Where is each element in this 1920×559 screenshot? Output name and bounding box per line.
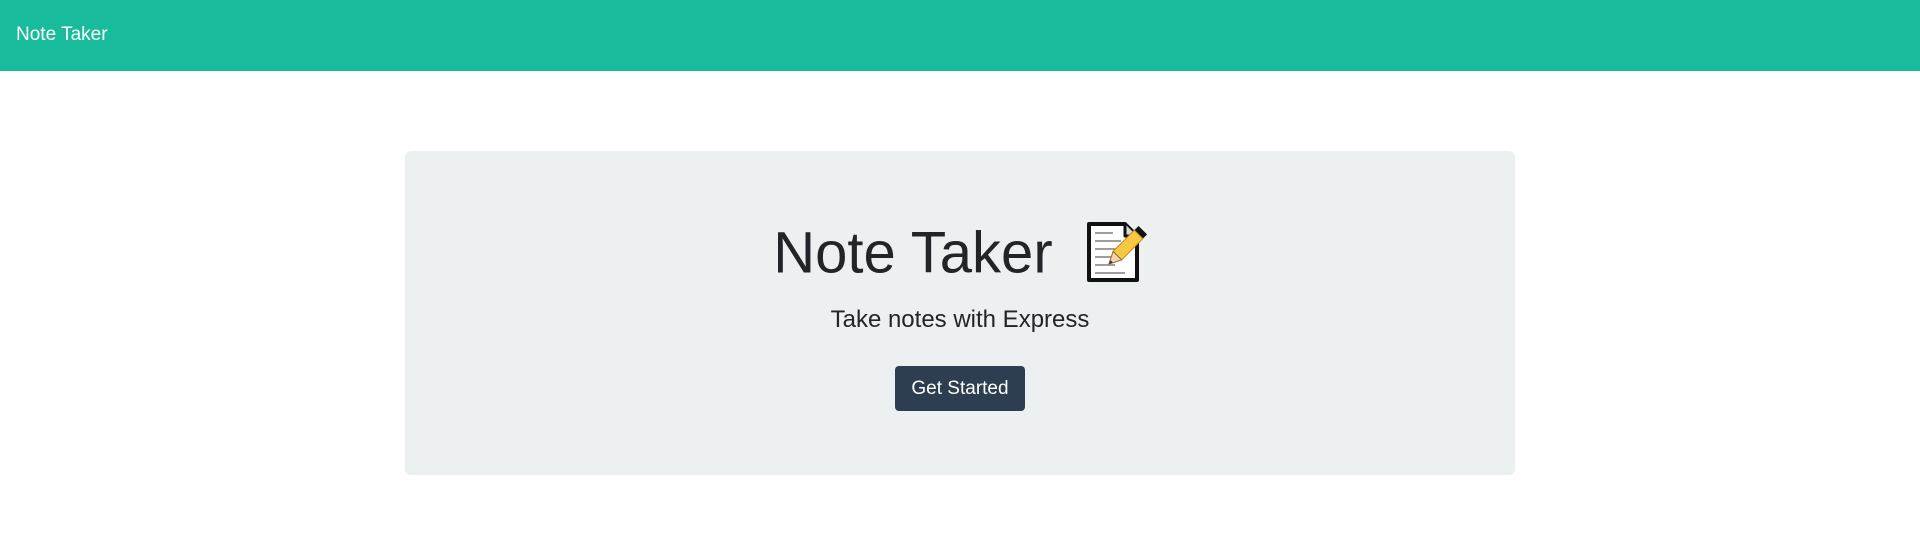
navbar: Note Taker xyxy=(0,0,1920,71)
get-started-button[interactable]: Get Started xyxy=(895,366,1025,411)
memo-icon xyxy=(1086,221,1147,282)
page-title-text: Note Taker xyxy=(773,220,1053,286)
navbar-brand-link[interactable]: Note Taker xyxy=(16,23,108,47)
hero-subtitle: Take notes with Express xyxy=(830,306,1090,333)
page-title: Note Taker xyxy=(0,210,1920,294)
